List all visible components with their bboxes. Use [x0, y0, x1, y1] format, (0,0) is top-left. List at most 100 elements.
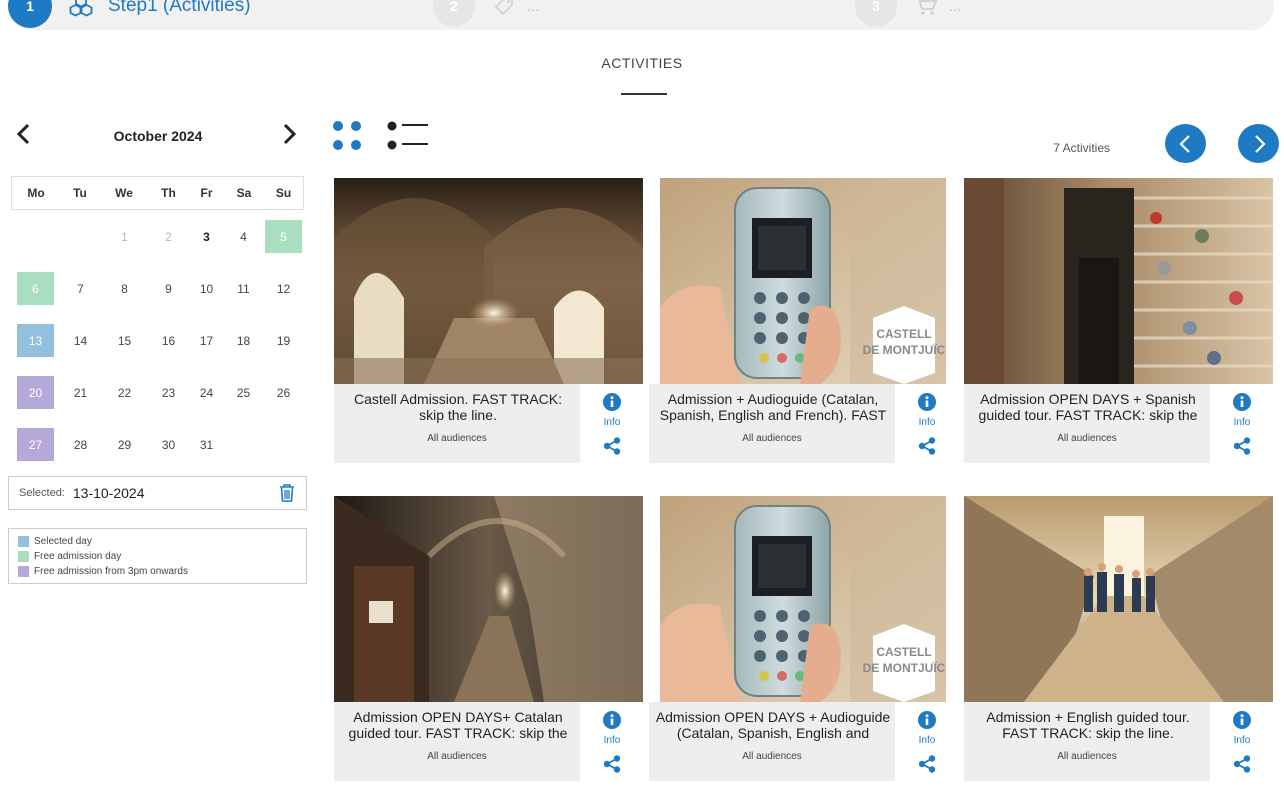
info-button[interactable]: Info: [916, 393, 938, 428]
activity-card[interactable]: CASTELL DE MONTJUÏC Admission OPEN DAYS …: [649, 496, 958, 781]
activity-text: Admission + English guided tour. FAST TR…: [964, 702, 1210, 781]
calendar-day[interactable]: 4: [225, 220, 262, 253]
next-month-button[interactable]: [279, 122, 299, 146]
legend-label: Selected day: [34, 536, 92, 547]
step-label: Step1 (Activities): [108, 0, 251, 16]
activity-card[interactable]: Castell Admission. FAST TRACK: skip the …: [334, 178, 643, 463]
step-1[interactable]: 1 Step1 (Activities): [8, 0, 251, 30]
ticket-icon: [491, 0, 517, 19]
clear-date-button[interactable]: [279, 484, 295, 502]
legend-item: Free admission day: [18, 549, 306, 564]
calendar-day[interactable]: 17: [188, 324, 225, 357]
info-icon: [603, 393, 621, 411]
activity-audience: All audiences: [1057, 433, 1117, 444]
calendar-day[interactable]: 3: [188, 220, 225, 253]
legend-label: Free admission day: [34, 551, 122, 562]
page-title: ACTIVITIES: [601, 55, 683, 71]
activity-card[interactable]: Admission OPEN DAYS+ Catalan guided tour…: [334, 496, 643, 781]
legend-item: Selected day: [18, 534, 306, 549]
activity-image-wrap[interactable]: CASTELL DE MONTJUÏC: [660, 496, 946, 702]
weekday-label: Su: [275, 186, 292, 200]
selected-date-field: Selected: 13-10-2024: [8, 476, 307, 510]
progress-stepper: 1 Step1 (Activities) 2 ... 3 ...: [0, 0, 1284, 30]
calendar-day[interactable]: 24: [188, 376, 225, 409]
info-button[interactable]: Info: [1231, 393, 1253, 428]
previous-page-button[interactable]: [1165, 124, 1206, 163]
calendar-day[interactable]: 22: [106, 376, 143, 409]
activity-image-wrap[interactable]: [964, 178, 1273, 384]
weekday-label: Sa: [236, 186, 252, 200]
activity-card-body: Admission + English guided tour. FAST TR…: [964, 702, 1273, 781]
activity-image-wrap[interactable]: [334, 496, 643, 702]
calendar-day[interactable]: 21: [62, 376, 99, 409]
previous-month-button[interactable]: [14, 122, 34, 146]
castle-badge-line1: CASTELL: [876, 645, 931, 659]
calendar-day[interactable]: 7: [62, 272, 99, 305]
castle-badge-line1: CASTELL: [876, 327, 931, 341]
calendar-day[interactable]: 10: [188, 272, 225, 305]
activity-card-body: Admission OPEN DAYS + Audioguide (Catala…: [649, 702, 958, 781]
info-label: Info: [603, 735, 621, 746]
info-button[interactable]: Info: [601, 393, 623, 428]
list-view-button[interactable]: [386, 120, 430, 152]
step-2[interactable]: 2 ...: [433, 0, 540, 30]
calendar-day[interactable]: 13: [17, 324, 54, 357]
step-number: 1: [8, 0, 52, 28]
share-button[interactable]: [918, 755, 936, 773]
grid-view-button[interactable]: [332, 120, 364, 152]
activity-card[interactable]: Admission + English guided tour. FAST TR…: [964, 496, 1273, 781]
calendar-day[interactable]: 29: [106, 428, 143, 461]
calendar-day[interactable]: 8: [106, 272, 143, 305]
calendar-day[interactable]: 15: [106, 324, 143, 357]
activity-title: Castell Admission. FAST TRACK: skip the …: [354, 391, 562, 423]
activity-title: Admission OPEN DAYS+ Catalan guided tour…: [348, 709, 568, 743]
calendar-day[interactable]: 26: [265, 376, 302, 409]
calendar-day[interactable]: 14: [62, 324, 99, 357]
share-icon: [603, 755, 621, 773]
info-button[interactable]: Info: [916, 711, 938, 746]
share-button[interactable]: [1233, 755, 1251, 773]
activity-card[interactable]: Admission OPEN DAYS + Spanish guided tou…: [964, 178, 1273, 463]
calendar-day[interactable]: 25: [225, 376, 262, 409]
activity-image-wrap[interactable]: CASTELL DE MONTJUÏC: [660, 178, 946, 384]
calendar-day[interactable]: 30: [150, 428, 187, 461]
step-label: ...: [527, 0, 540, 15]
share-button[interactable]: [603, 755, 621, 773]
list-view-icon: [387, 121, 428, 150]
info-button[interactable]: Info: [601, 711, 623, 746]
activity-audience: All audiences: [1057, 751, 1117, 762]
step-3[interactable]: 3 ...: [855, 0, 962, 30]
activity-image-wrap[interactable]: [964, 496, 1273, 702]
info-button[interactable]: Info: [1231, 711, 1253, 746]
cubes-icon: [68, 0, 94, 19]
share-button[interactable]: [603, 437, 621, 455]
calendar-day[interactable]: 5: [265, 220, 302, 253]
next-page-button[interactable]: [1238, 124, 1279, 163]
activity-audience: All audiences: [427, 751, 487, 762]
calendar-day[interactable]: 28: [62, 428, 99, 461]
calendar-day[interactable]: 12: [265, 272, 302, 305]
share-icon: [918, 755, 936, 773]
activity-card[interactable]: CASTELL DE MONTJUÏC Admission + Audiogui…: [649, 178, 958, 463]
calendar-day[interactable]: 6: [17, 272, 54, 305]
activity-image-wrap[interactable]: [334, 178, 643, 384]
share-icon: [1233, 437, 1251, 455]
calendar-day[interactable]: 31: [188, 428, 225, 461]
calendar-day[interactable]: 9: [150, 272, 187, 305]
info-label: Info: [603, 417, 621, 428]
calendar-day[interactable]: 16: [150, 324, 187, 357]
calendar-day[interactable]: 19: [265, 324, 302, 357]
share-button[interactable]: [1233, 437, 1251, 455]
share-icon: [918, 437, 936, 455]
calendar-day[interactable]: 20: [17, 376, 54, 409]
share-button[interactable]: [918, 437, 936, 455]
calendar-day[interactable]: 18: [225, 324, 262, 357]
calendar-day[interactable]: 27: [17, 428, 54, 461]
calendar-day[interactable]: 11: [225, 272, 262, 305]
activity-image: [964, 496, 1273, 702]
calendar-day[interactable]: 23: [150, 376, 187, 409]
trash-icon: [280, 484, 294, 502]
activity-text: Admission + Audioguide (Catalan, Spanish…: [649, 384, 895, 463]
activity-image: [334, 496, 643, 702]
legend-swatch: [18, 551, 29, 562]
